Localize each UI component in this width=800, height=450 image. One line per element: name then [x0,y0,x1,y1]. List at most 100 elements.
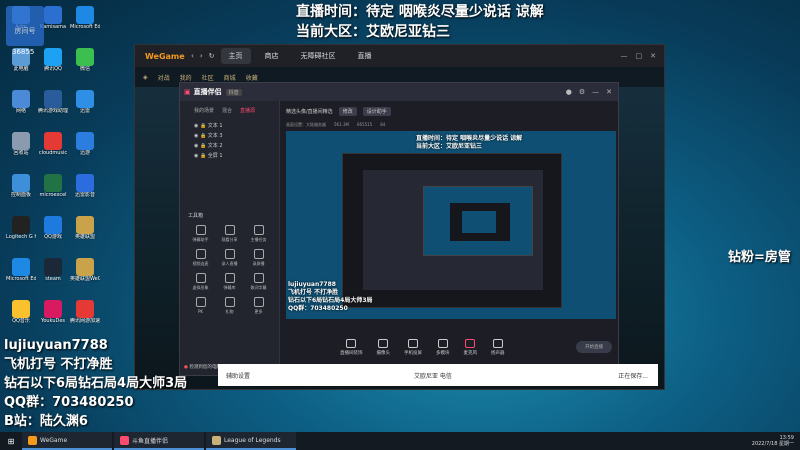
desktop-icon[interactable]: 迅雷影音 [70,174,100,214]
tool-button[interactable]: 更多 [244,295,273,315]
tab-sources[interactable]: 直播源 [240,107,255,114]
maximize-icon[interactable]: □ [636,52,643,60]
overlay-line-rule: 飞机打号 不打净胜 [4,357,113,372]
design-helper-button[interactable]: 设计助手 [362,107,391,116]
source-item[interactable]: ◉ 🔒 文本 3 [180,130,279,140]
camera-button[interactable]: 摄像头 [377,338,390,356]
desktop-icon[interactable]: 迅雷 [70,90,100,130]
desktop-icon[interactable]: cloudmusic [38,132,68,172]
tool-button[interactable]: 观看分享 [215,223,244,243]
tool-icon [253,225,264,235]
forward-arrow-icon[interactable]: › [200,52,203,60]
tool-label: 主播任务 [250,237,267,242]
desktop-icon[interactable]: 英雄联盟 [70,216,100,256]
tab-live[interactable]: 直播 [350,48,380,64]
tool-label: 虚拟形象 [192,285,209,290]
desktop-icon[interactable]: 控制面板 [6,174,36,214]
lol-nav-community[interactable]: 社区 [202,73,214,82]
tool-icon [224,297,235,307]
refresh-icon[interactable]: ↻ [209,52,215,60]
wegame-titlebar: WeGame ‹ › ↻ 主页 商店 无障碍社区 直播 — □ ✕ [135,45,664,67]
desktop-icon[interactable]: 腾讯QQ [38,48,68,88]
overlay-line-bilibili: B站：陆久渊6 [4,414,88,429]
tool-icon [253,297,264,307]
desktop-icon[interactable]: QQ音乐 [6,300,36,340]
lol-nav-shop[interactable]: 商城 [224,73,236,82]
decor-button[interactable]: 直播间装饰 [340,338,363,356]
preview-bl-line: 飞机打号 不打净胜 [288,289,339,296]
desktop-icon[interactable]: YoukuDes [38,300,68,340]
desktop-icon[interactable]: 腾讯网游加速器 [70,300,100,340]
tool-button[interactable]: 主播任务 [244,223,273,243]
settings-icon[interactable]: ⚙ [579,88,585,96]
lol-nav-mine[interactable]: 我的 [180,73,192,82]
go-live-button[interactable]: 开始直播 [576,341,612,353]
wegame-icon [28,435,37,445]
source-item[interactable]: ◉ 🔒 全屏 1 [180,150,279,160]
app-icon [44,258,62,276]
assist-settings-link[interactable]: 辅助设置 [226,371,250,380]
app-icon [76,90,94,108]
source-label: 文本 1 [207,123,223,129]
source-item[interactable]: ◉ 🔒 文本 2 [180,140,279,150]
desktop-icon[interactable]: QQ游戏 [38,216,68,256]
minimize-icon[interactable]: — [621,52,628,60]
source-item[interactable]: ◉ 🔒 文本 1 [180,120,279,130]
desktop-icon[interactable]: Microsoft Edge [6,258,36,298]
desktop-icon-label: 迅雷 [79,108,90,114]
desktop-icon-label: QQ音乐 [12,318,30,324]
tool-icon [253,249,264,259]
desktop-icon[interactable]: 腾讯游戏助理 [38,90,68,130]
tool-button[interactable]: 录人直播 [215,247,244,267]
tool-label: 弹幕助手 [192,237,209,242]
tab-my-scenes[interactable]: 我的场景 [194,107,214,114]
desktop-icon[interactable]: steam [38,258,68,298]
desktop-icon[interactable]: 英雄联盟WeGame版 [70,258,100,298]
tab-home[interactable]: 主页 [220,48,251,64]
tab-mix[interactable]: 混合 [222,107,232,114]
taskbar-item-live[interactable]: 斗鱼直播伴侣 [114,432,204,450]
system-clock[interactable]: 13:59 2022/7/18 星期一 [752,435,800,447]
lol-nav-battle[interactable]: 对战 [158,73,170,82]
lol-nav-collection[interactable]: 收藏 [246,73,258,82]
taskbar-item-wegame[interactable]: WeGame [22,432,112,450]
desktop-icon[interactable]: microexcel [38,174,68,214]
minimize-icon[interactable]: — [592,88,599,96]
scene-sidebar: 我的场景 混合 直播源 ◉ 🔒 文本 1 ◉ 🔒 文本 3 ◉ 🔒 文本 2 ◉… [180,101,280,375]
desktop-icon[interactable]: 网络 [6,90,36,130]
tool-button[interactable]: 弹幕助手 [186,223,215,243]
desktop-icon-label: 网络 [15,108,26,114]
tool-button[interactable]: PK [186,295,215,315]
preview-overlay-bottom: lujiuyuan7788 飞机打号 不打净胜 钻石以下6局钻石局4局大师3局 … [288,281,373,313]
windows-start-icon[interactable]: ⊞ [0,432,22,450]
tab-store[interactable]: 商店 [257,48,287,64]
wegame-status-strip: 辅助设置 艾欧尼亚 电信 正在保存... [218,364,658,386]
tool-button[interactable]: 录屏播 [244,247,273,267]
speaker-icon [492,338,503,348]
phone-cast-button[interactable]: 手机投屏 [404,338,422,356]
stream-preview[interactable]: 直播时间：待定 咽喉炎尽量少说话 谅解 当前大区：艾欧尼亚钻三 lujiuyua… [286,131,616,319]
multi-module-button[interactable]: 多模块 [436,338,450,356]
back-arrow-icon[interactable]: ‹ [191,52,194,60]
taskbar-label: League of Legends [224,436,281,444]
desktop-icon[interactable]: 回收站 [6,132,36,172]
desktop-icon[interactable]: Microsoft Edge [70,6,100,46]
tool-button[interactable]: 视频连麦 [186,247,215,267]
platform-badge: 抖音 [225,88,242,96]
desktop-icon[interactable]: 微信 [70,48,100,88]
tool-button[interactable]: 礼物 [215,295,244,315]
microphone-button[interactable]: 麦克风 [464,338,477,356]
avatar[interactable]: ● [566,88,572,96]
tool-button[interactable]: 虚拟形象 [186,271,215,291]
taskbar-item-lol[interactable]: League of Legends [206,432,296,450]
desktop-icon[interactable]: 迅游 [70,132,100,172]
tab-community[interactable]: 无障碍社区 [293,48,344,64]
desktop-icon-label: 迅游 [79,150,90,156]
close-icon[interactable]: ✕ [606,88,612,96]
tool-button[interactable]: 弹幕库 [215,271,244,291]
edit-button[interactable]: 修改 [338,107,357,116]
desktop-icon[interactable]: Logitech G HUB [6,216,36,256]
tool-button[interactable]: 歌词字幕 [244,271,273,291]
close-icon[interactable]: ✕ [650,52,656,60]
speaker-button[interactable]: 扬声器 [491,338,505,356]
